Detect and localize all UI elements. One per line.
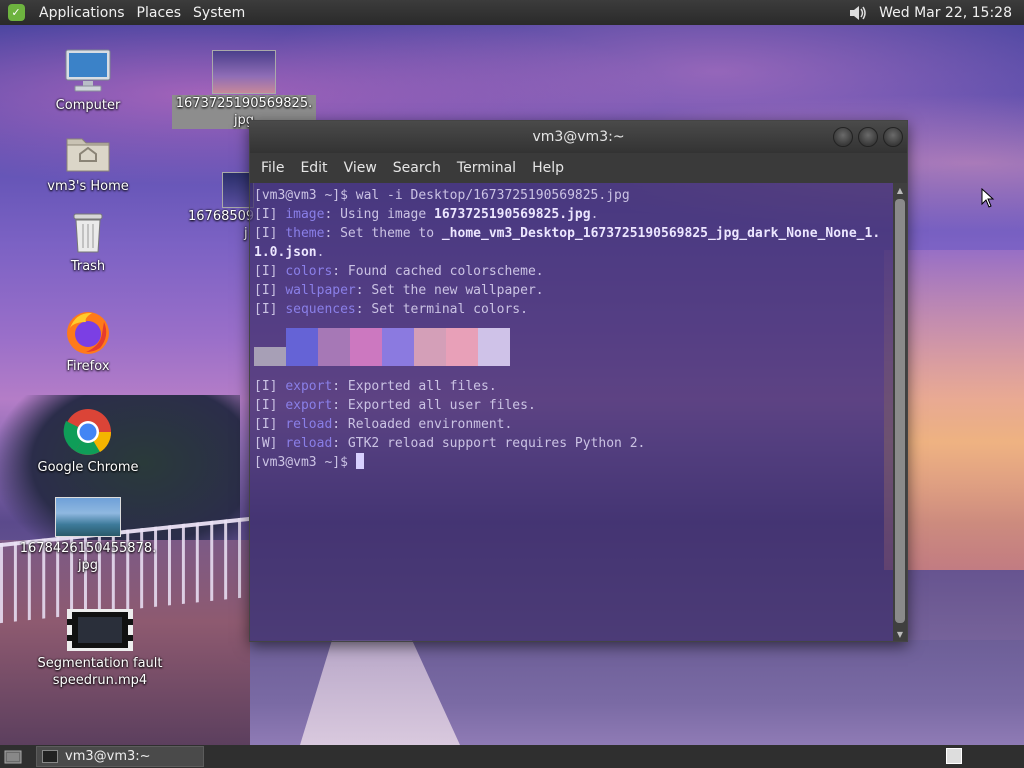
terminal-icon	[42, 750, 58, 763]
palette-swatch	[382, 328, 414, 366]
terminal-line: 1.0.json.	[254, 245, 325, 260]
system-menu[interactable]: System	[187, 5, 251, 21]
wallpaper-water	[250, 640, 1024, 745]
palette-swatch	[478, 328, 510, 366]
desktop-icon-firefox[interactable]: Firefox	[46, 306, 130, 375]
home-folder-icon	[62, 128, 114, 178]
desktop-icon-computer[interactable]: Computer	[46, 45, 130, 114]
scrollbar-thumb[interactable]	[895, 199, 905, 623]
desktop-icon-label: Firefox	[66, 359, 110, 374]
desktop-icon-label-line2: j	[244, 226, 248, 241]
trash-icon	[62, 208, 114, 258]
minimize-button[interactable]	[833, 127, 853, 147]
desktop-icon-label-line2: jpg	[77, 558, 99, 573]
desktop-icon-image-1673725190569825[interactable]: 1673725190569825. jpg	[171, 50, 317, 129]
top-panel: ✓ Applications Places System Wed Mar 22,…	[0, 0, 1024, 25]
terminal-line: [I] colors: Found cached colorscheme.	[254, 264, 544, 279]
terminal-prompt-line[interactable]: [vm3@vm3 ~]$	[254, 453, 893, 472]
palette-swatch	[286, 328, 318, 366]
taskbar-item-label: vm3@vm3:~	[65, 749, 151, 764]
palette-swatch	[446, 328, 478, 366]
terminal-line: [vm3@vm3 ~]$ wal -i Desktop/167372519056…	[254, 188, 630, 203]
desktop-icon-image-1678426150455878[interactable]: 1678426150455878. jpg	[20, 497, 156, 574]
desktop-icon-label: Google Chrome	[37, 460, 139, 475]
menu-edit[interactable]: Edit	[292, 160, 335, 176]
menu-file[interactable]: File	[253, 160, 292, 176]
menu-terminal[interactable]: Terminal	[449, 160, 524, 176]
menu-view[interactable]: View	[336, 160, 385, 176]
mouse-pointer-icon	[981, 187, 995, 212]
menu-search[interactable]: Search	[385, 160, 449, 176]
applications-menu[interactable]: Applications	[33, 5, 131, 21]
distro-logo-icon[interactable]: ✓	[5, 2, 27, 24]
desktop-icon-home[interactable]: vm3's Home	[40, 128, 136, 195]
color-palette	[254, 328, 893, 366]
desktop-icon-trash[interactable]: Trash	[46, 208, 130, 275]
terminal-line: [I] wallpaper: Set the new wallpaper.	[254, 283, 544, 298]
desktop-icon-label: Trash	[70, 259, 106, 274]
maximize-button[interactable]	[858, 127, 878, 147]
palette-swatch	[350, 328, 382, 366]
terminal-line: [I] sequences: Set terminal colors.	[254, 302, 528, 317]
show-desktop-icon[interactable]	[2, 747, 24, 767]
window-title: vm3@vm3:~	[532, 129, 625, 145]
palette-swatch	[318, 328, 350, 366]
desktop-icon-label: vm3's Home	[47, 179, 129, 194]
wallpaper-road	[300, 640, 460, 745]
terminal-menubar: File Edit View Search Terminal Help	[250, 153, 907, 183]
desktop-icon-label: 16768509	[188, 209, 255, 224]
desktop-icon-label: Computer	[55, 98, 121, 113]
scroll-up-icon[interactable]: ▲	[893, 183, 907, 197]
menu-help[interactable]: Help	[524, 160, 572, 176]
window-titlebar[interactable]: vm3@vm3:~	[250, 121, 907, 153]
clock[interactable]: Wed Mar 22, 15:28	[879, 5, 1012, 21]
terminal-line: [I] export: Exported all user files.	[254, 398, 536, 413]
image-thumbnail-icon	[55, 497, 121, 537]
terminal-line: [I] export: Exported all files.	[254, 379, 497, 394]
bottom-panel: vm3@vm3:~	[0, 745, 1024, 768]
scroll-down-icon[interactable]: ▼	[893, 627, 907, 641]
terminal-line: [I] image: Using image 1673725190569825.…	[254, 207, 599, 222]
terminal-output[interactable]: [vm3@vm3 ~]$ wal -i Desktop/167372519056…	[250, 183, 893, 641]
terminal-scrollbar[interactable]: ▲ ▼	[893, 183, 907, 641]
desktop-icon-chrome[interactable]: Google Chrome	[34, 405, 142, 476]
close-button[interactable]	[883, 127, 903, 147]
palette-swatch	[254, 328, 286, 366]
desktop-icon-video-segmentation-fault[interactable]: Segmentation fault speedrun.mp4	[36, 609, 164, 689]
places-menu[interactable]: Places	[131, 5, 188, 21]
firefox-icon	[62, 306, 114, 358]
desktop-icon-label: 1673725190569825.	[175, 96, 313, 111]
desktop-icon-image-16768509[interactable]: 16768509 j	[188, 172, 258, 242]
terminal-line: [W] reload: GTK2 reload support requires…	[254, 436, 646, 451]
workspace-switcher[interactable]	[946, 748, 962, 764]
desktop-icon-label: 1678426150455878.	[19, 541, 157, 556]
taskbar-item-terminal[interactable]: vm3@vm3:~	[36, 746, 204, 767]
terminal-line: [I] theme: Set theme to _home_vm3_Deskto…	[254, 226, 881, 241]
terminal-line: [I] reload: Reloaded environment.	[254, 417, 513, 432]
computer-icon	[62, 45, 114, 97]
chrome-icon	[62, 405, 114, 459]
terminal-window[interactable]: vm3@vm3:~ File Edit View Search Terminal…	[249, 120, 908, 642]
volume-icon[interactable]	[847, 3, 869, 23]
palette-swatch	[414, 328, 446, 366]
desktop-icon-label: Segmentation fault	[37, 656, 163, 671]
desktop-icon-label-line2: speedrun.mp4	[52, 673, 148, 688]
text-cursor	[355, 453, 364, 469]
video-thumbnail-icon	[67, 609, 133, 651]
image-thumbnail-icon	[212, 50, 276, 94]
